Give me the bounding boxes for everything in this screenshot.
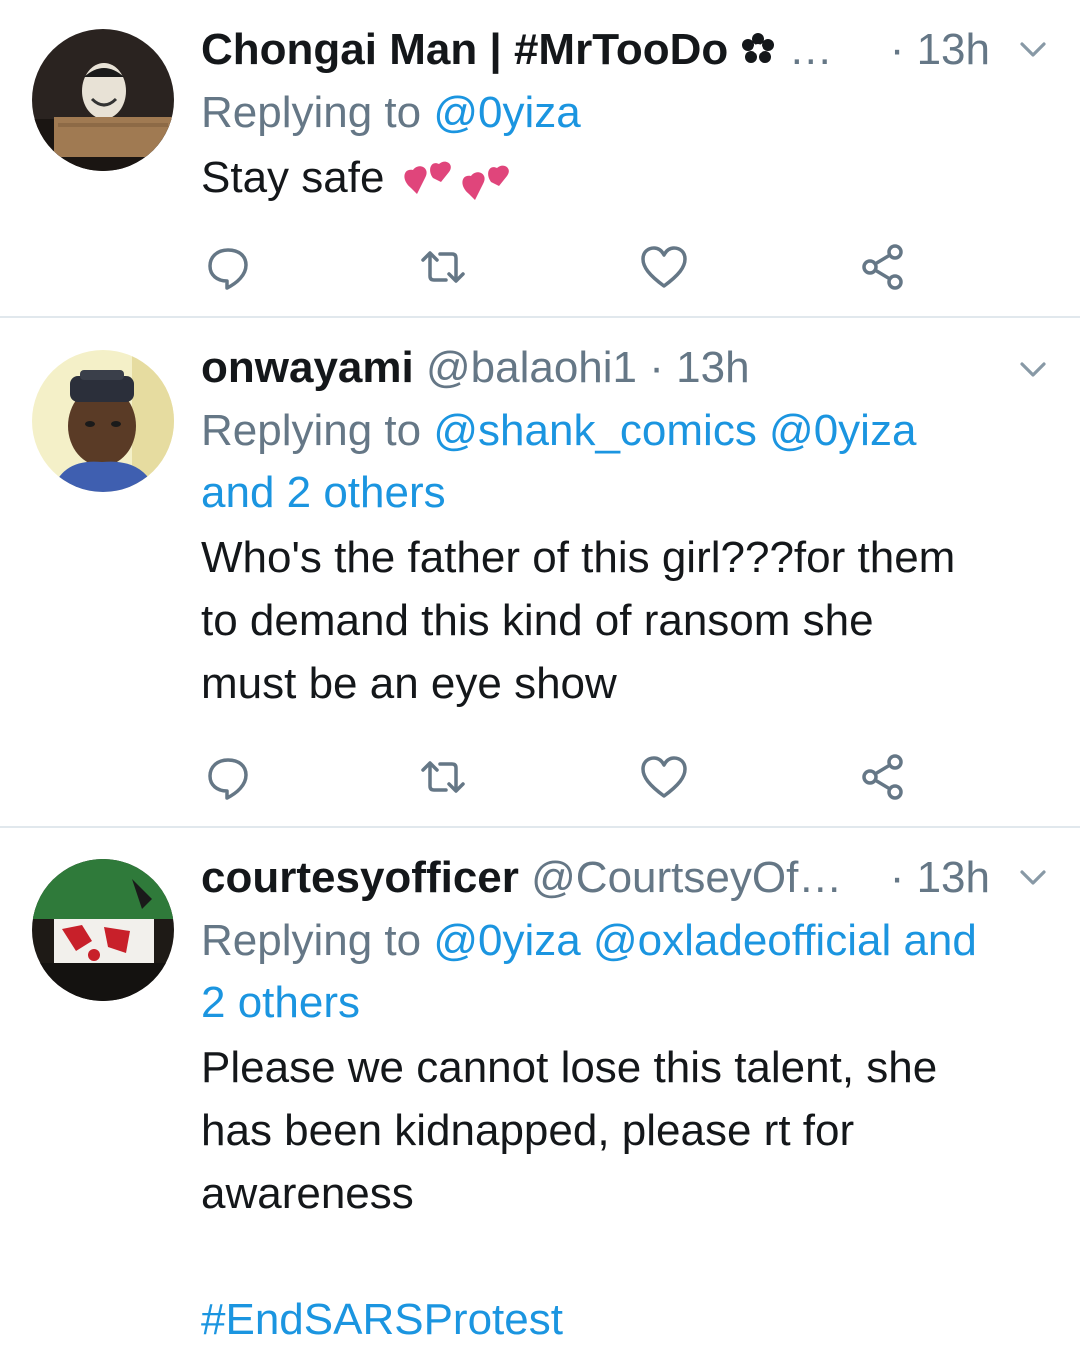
tweet-text-line: Please we cannot lose this talent, she [201, 1043, 938, 1092]
tweet-header: Chongai Man | #MrTooDo … · 13h [201, 24, 1050, 76]
retweet-button[interactable] [418, 752, 468, 802]
tweet-text-line: must be an eye show [201, 659, 617, 708]
chevron-down-icon[interactable] [1016, 354, 1050, 384]
others-link[interactable]: and 2 others [201, 468, 446, 517]
tweet-actions [203, 752, 903, 802]
display-name[interactable]: courtesyofficer [201, 853, 519, 902]
username[interactable]: @balaohi1 [426, 343, 637, 392]
share-button[interactable] [858, 752, 908, 802]
tweet-text: Stay safe [201, 146, 1050, 210]
timestamp[interactable]: · 13h [649, 343, 749, 392]
divider [0, 826, 1080, 828]
tweet-text: Please we cannot lose this talent, she h… [201, 1036, 1050, 1351]
retweet-button[interactable] [418, 242, 468, 292]
avatar[interactable] [32, 350, 174, 492]
share-icon [862, 754, 903, 800]
display-name[interactable]: Chongai Man | #MrTooDo [201, 25, 728, 74]
tweet-text: Who's the father of this girl???for them… [201, 526, 1050, 715]
truncation: … [788, 25, 833, 74]
like-button[interactable] [639, 752, 689, 802]
mention-link[interactable]: @shank_comics @0yiza [433, 406, 916, 455]
timestamp[interactable]: · 13h [890, 852, 990, 904]
mention-link[interactable]: @0yiza [433, 88, 580, 137]
share-icon [862, 244, 903, 290]
replying-to: Replying to @shank_comics @0yiza and 2 o… [201, 400, 1050, 524]
reply-button[interactable] [203, 242, 253, 292]
replying-prefix: Replying to [201, 916, 422, 965]
replying-prefix: Replying to [201, 88, 422, 137]
tweet-actions [203, 242, 903, 292]
like-icon [641, 246, 687, 288]
tweet-header: onwayami @balaohi1 · 13h [201, 342, 1050, 394]
reply-icon [208, 248, 248, 290]
tweet-text-line: has been kidnapped, please rt for [201, 1106, 855, 1155]
retweet-icon [421, 761, 465, 793]
retweet-icon [421, 251, 465, 283]
others-link[interactable]: 2 others [201, 978, 360, 1027]
tweet-text-line: Who's the father of this girl???for them [201, 533, 956, 582]
avatar[interactable] [32, 29, 174, 171]
chevron-down-icon[interactable] [1016, 34, 1050, 64]
hashtag-link[interactable]: #EndSARSProtest [201, 1288, 1050, 1351]
username[interactable]: @CourtseyOf… [531, 853, 842, 902]
like-icon [641, 756, 687, 798]
tweet-header: courtesyofficer @CourtseyOf… · 13h [201, 852, 1050, 904]
mention-link[interactable]: @0yiza @oxladeofficial and [433, 916, 977, 965]
reply-icon [208, 758, 248, 800]
tweet-text-line: to demand this kind of ransom she [201, 596, 874, 645]
chevron-down-icon[interactable] [1016, 862, 1050, 892]
tweet-text-line: awareness [201, 1169, 414, 1218]
avatar[interactable] [32, 859, 174, 1001]
divider [0, 316, 1080, 318]
flower-badge-icon [742, 33, 775, 63]
replying-to: Replying to @0yiza @oxladeofficial and 2… [201, 910, 1050, 1034]
replying-to: Replying to @0yiza [201, 82, 1050, 144]
replying-prefix: Replying to [201, 406, 422, 455]
two-hearts-emoji [404, 161, 509, 200]
reply-button[interactable] [203, 752, 253, 802]
tweet-text-line: Stay safe [201, 153, 385, 202]
display-name[interactable]: onwayami [201, 343, 414, 392]
like-button[interactable] [639, 242, 689, 292]
share-button[interactable] [858, 242, 908, 292]
timestamp[interactable]: · 13h [890, 24, 990, 76]
